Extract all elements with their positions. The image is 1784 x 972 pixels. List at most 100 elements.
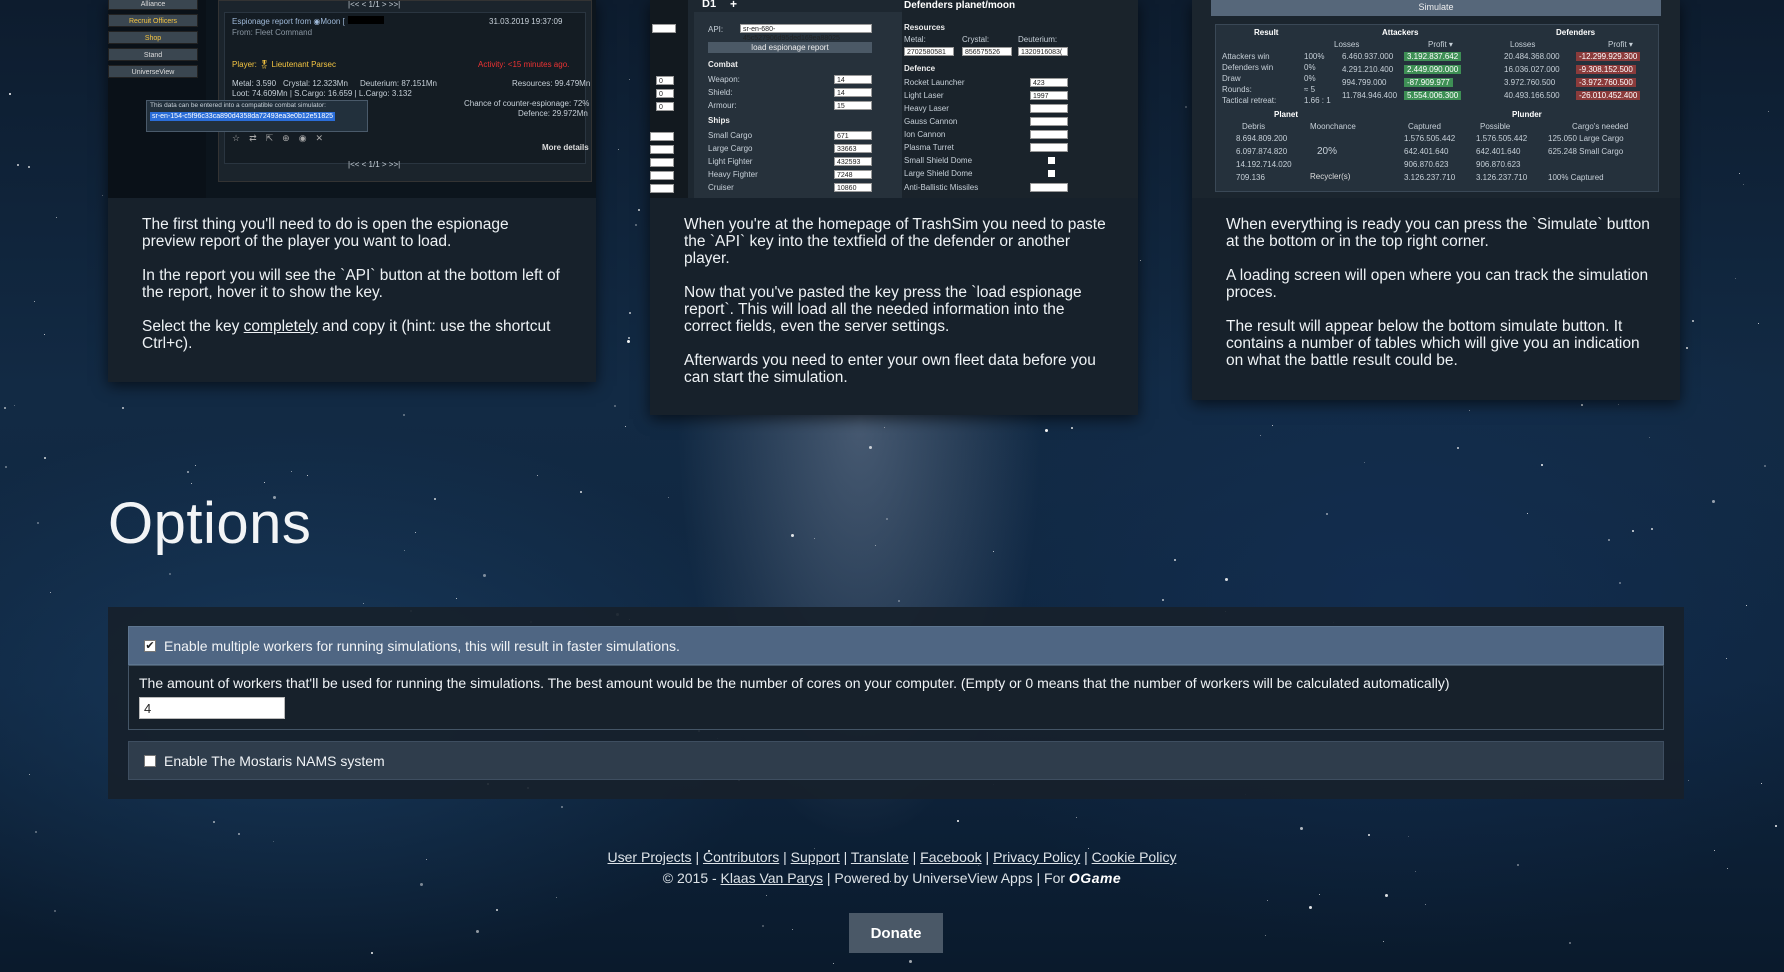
def-2-name: Heavy Laser <box>904 104 949 113</box>
planet-heading: Planet <box>1274 110 1299 119</box>
footer-copyright: © 2015 - Klaas Van Parys | Powered by Un… <box>0 870 1784 886</box>
def-loss-3: 40.493.166.500 <box>1504 91 1560 100</box>
result-row-1-label: Defenders win <box>1222 63 1274 72</box>
captured-value-0: 1.576.505.442 <box>1404 134 1456 143</box>
step-1-completely: completely <box>243 318 318 335</box>
defenders-heading: Defenders <box>1556 28 1596 37</box>
footer-separator: | <box>1080 849 1092 865</box>
def-5-value <box>1030 143 1068 152</box>
small-dome-label: Small Shield Dome <box>904 156 973 165</box>
report-action-icons: ☆⇄⇱⊕◉✕ <box>232 133 333 143</box>
captured-value-3: 3.126.237.710 <box>1404 173 1456 182</box>
api-key-highlight[interactable]: sr-en-154-c5f96c33ca890d4358da72493ea3e0… <box>150 112 335 121</box>
att-loss-0: 6.460.937.000 <box>1342 52 1394 61</box>
att-loss-1: 4.291.210.400 <box>1342 65 1394 74</box>
def-profit-heading: Profit ▾ <box>1608 40 1633 49</box>
copyright-prefix: © 2015 - <box>662 870 721 886</box>
report-loot: Loot: 74.609Mn | S.Cargo: 16.659 | L.Car… <box>232 89 412 98</box>
menu-item-shop: Shop <box>108 31 198 44</box>
donate-button[interactable]: Donate <box>849 913 943 953</box>
step-2-paragraph-2: Now that you've pasted the key press the… <box>684 284 1082 335</box>
def-2-value <box>1030 104 1068 113</box>
result-row-3-label: Rounds: <box>1222 85 1252 94</box>
metal-label: Metal: <box>904 35 926 44</box>
footer-separator: | <box>691 849 703 865</box>
workers-amount-row: The amount of workers that'll be used fo… <box>128 665 1664 730</box>
captured-heading: Captured <box>1408 122 1441 131</box>
menu-item-recruit-officers: Recruit Officers <box>108 14 198 27</box>
footer-link-facebook[interactable]: Facebook <box>920 849 981 865</box>
def-3-value <box>1030 117 1068 126</box>
moonchance-heading: Moonchance <box>1310 122 1356 131</box>
result-row-0-label: Attackers win <box>1222 52 1270 61</box>
att-profit-2: -87.909.977 <box>1404 78 1453 87</box>
def-loss-2: 3.972.760.500 <box>1504 78 1556 87</box>
multi-workers-checkbox[interactable]: ✔ <box>144 640 156 652</box>
nams-checkbox[interactable] <box>144 755 156 767</box>
footer-link-cookie-policy[interactable]: Cookie Policy <box>1092 849 1177 865</box>
metal-value: 2702580581 <box>904 47 954 56</box>
footer-link-translate[interactable]: Translate <box>851 849 909 865</box>
result-heading: Result <box>1254 28 1279 37</box>
captured-value-1: 642.401.640 <box>1404 147 1449 156</box>
possible-value-3: 3.126.237.710 <box>1476 173 1528 182</box>
left-val-1: 0 <box>656 89 674 98</box>
report-player: Player: 🎖 Lieutenant Parsec <box>232 60 336 69</box>
step-3-paragraph-1: When everything is ready you can press t… <box>1226 216 1650 250</box>
cargos-value-0: 125.050 Large Cargo <box>1548 134 1624 143</box>
menu-item-alliance: Alliance <box>108 0 198 10</box>
ship-3-value: 7248 <box>834 170 872 179</box>
small-dome-checkbox <box>1048 157 1055 164</box>
ogame-logo: OGame <box>1068 870 1122 886</box>
result-row-1-value: 0% <box>1304 63 1316 72</box>
debris-value-2: 14.192.714.020 <box>1236 160 1292 169</box>
footer-link-user-projects[interactable]: User Projects <box>608 849 692 865</box>
api-label: API: <box>708 25 724 34</box>
def-3-name: Gauss Cannon <box>904 117 958 126</box>
workers-amount-input[interactable] <box>139 697 285 719</box>
report-defence: Defence: 29.972Mn <box>518 109 588 118</box>
api-tooltip-text: This data can be entered into a compatib… <box>150 102 326 109</box>
left-val-2: 0 <box>656 102 674 111</box>
more-details-link: More details <box>542 143 589 152</box>
report-date: 31.03.2019 19:37:09 <box>489 17 563 26</box>
step-card-1: Alliance Recruit Officers Shop Stand Uni… <box>108 0 596 382</box>
step-3-paragraph-2: A loading screen will open where you can… <box>1226 267 1649 301</box>
def-loss-1: 16.036.027.000 <box>1504 65 1560 74</box>
cargos-value-1: 625.248 Small Cargo <box>1548 147 1624 156</box>
plunder-heading: Plunder <box>1512 110 1542 119</box>
cargos-value-3: 100% Captured <box>1548 173 1604 182</box>
report-counter-espionage: Chance of counter-espionage: 72% <box>464 99 590 108</box>
crystal-value: 856575526 <box>962 47 1012 56</box>
def-0-value: 423 <box>1030 78 1068 87</box>
author-link[interactable]: Klaas Van Parys <box>721 870 823 886</box>
defence-heading: Defence <box>904 64 936 73</box>
possible-heading: Possible <box>1480 122 1511 131</box>
result-row-3-value: ≈ 5 <box>1304 85 1316 94</box>
att-loss-2: 994.799.000 <box>1342 78 1387 87</box>
report-crystal: Crystal: 12.323Mn <box>283 79 348 88</box>
def-1-value: 1997 <box>1030 91 1068 100</box>
footer-link-support[interactable]: Support <box>791 849 840 865</box>
footer-separator: | <box>779 849 791 865</box>
options-title: Options <box>108 491 312 556</box>
add-tab-icon: + <box>730 0 738 11</box>
step-2-screenshot: 0 0 0 D1 + API: sr-en-680-45c527906d95de… <box>650 0 1138 198</box>
menu-item-stand: Stand <box>108 48 198 61</box>
footer-link-privacy-policy[interactable]: Privacy Policy <box>993 849 1080 865</box>
armour-label: Armour: <box>708 101 737 110</box>
def-4-name: Ion Cannon <box>904 130 946 139</box>
step-1-screenshot: Alliance Recruit Officers Shop Stand Uni… <box>108 0 596 198</box>
footer-separator: | <box>908 849 921 865</box>
footer-link-contributors[interactable]: Contributors <box>703 849 779 865</box>
abm-value <box>1030 183 1068 192</box>
step-1-text: The first thing you'll need to do is ope… <box>142 216 566 369</box>
large-dome-label: Large Shield Dome <box>904 169 973 178</box>
copyright-mid: | Powered by UniverseView Apps | For <box>823 870 1069 886</box>
result-row-4-label: Tactical retreat: <box>1222 96 1277 105</box>
nams-row: Enable The Mostaris NAMS system <box>128 741 1664 780</box>
combat-heading: Combat <box>708 60 738 69</box>
step-2-paragraph-1: When you're at the homepage of TrashSim … <box>684 216 1106 267</box>
resources-heading: Resources <box>904 23 945 32</box>
step-1-paragraph-3: Select the key completely and copy it (h… <box>142 318 566 352</box>
